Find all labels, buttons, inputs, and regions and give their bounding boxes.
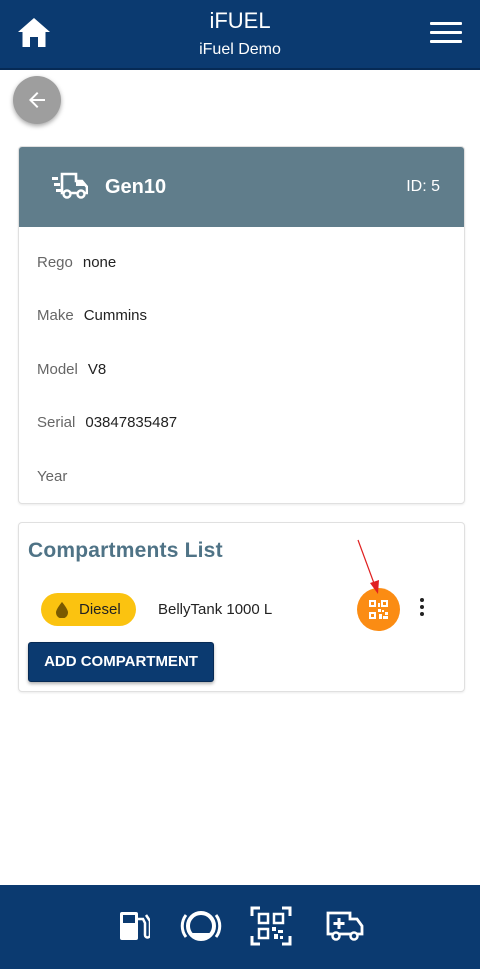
- fuel-pump-icon[interactable]: [118, 909, 150, 943]
- asset-id: ID: 5: [406, 178, 440, 195]
- asset-card: Gen10 ID: 5 Rego none Make Cummins Model V8…: [18, 146, 465, 504]
- fuel-drop-icon: [56, 602, 68, 618]
- field-make: Make Cummins: [37, 307, 147, 324]
- back-button[interactable]: [13, 76, 61, 124]
- add-compartment-button[interactable]: ADD COMPARTMENT: [28, 642, 214, 682]
- field-label: Rego: [37, 254, 73, 271]
- field-serial: Serial 03847835487: [37, 414, 177, 431]
- arrow-left-icon: [29, 92, 45, 108]
- compartment-name: BellyTank 1000 L: [158, 601, 273, 618]
- asset-name: Gen10: [105, 176, 167, 198]
- field-value: none: [82, 254, 117, 271]
- field-value: Cummins: [83, 307, 148, 324]
- gauge-icon[interactable]: [180, 909, 222, 943]
- field-label: Serial: [37, 414, 76, 431]
- bottom-nav: [0, 885, 480, 969]
- vehicle-add-icon[interactable]: [326, 909, 364, 943]
- qr-scan-icon[interactable]: [250, 906, 292, 946]
- fuel-type-label: Diesel: [79, 601, 121, 618]
- app-title: iFUEL: [209, 8, 271, 33]
- field-year: Year: [37, 468, 77, 485]
- asset-header: Gen10 ID: 5: [19, 147, 464, 227]
- field-label: Make: [37, 307, 74, 324]
- fuel-type-chip[interactable]: Diesel: [41, 593, 136, 626]
- qr-code-icon: [369, 600, 388, 619]
- field-rego: Rego none: [37, 254, 116, 271]
- field-model: Model V8: [37, 361, 106, 378]
- more-vertical-icon[interactable]: [416, 598, 428, 622]
- field-value: 03847835487: [85, 414, 178, 431]
- app-bar: iFUEL iFuel Demo: [0, 0, 480, 70]
- compartments-card: Compartments List Diesel BellyTank 1000 …: [18, 522, 465, 692]
- annotation-arrow-icon: [357, 539, 379, 594]
- hamburger-menu-icon[interactable]: [430, 22, 462, 46]
- field-label: Year: [37, 468, 68, 485]
- truck-icon: [52, 172, 88, 199]
- field-value: V8: [87, 361, 107, 378]
- field-label: Model: [37, 361, 78, 378]
- app-subtitle: iFuel Demo: [199, 41, 281, 58]
- compartments-title: Compartments List: [28, 539, 223, 562]
